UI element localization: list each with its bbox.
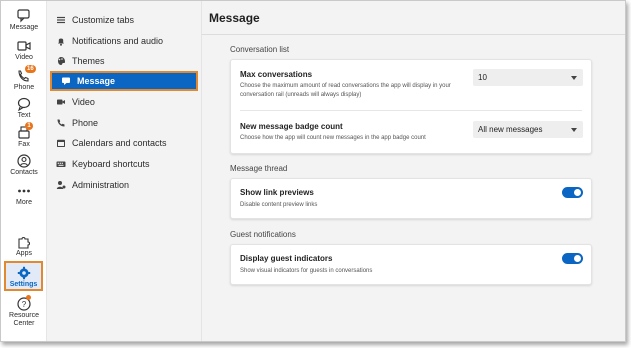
row-divider [240,110,582,111]
nav-label: Calendars and contacts [72,138,167,148]
guest-notifications-card: Display guest indicators Show visual ind… [230,244,592,285]
rail-label: Center [13,320,35,327]
toggle-knob [574,189,581,196]
notification-dot [26,295,31,300]
badge-count-desc: Choose how the app will count new messag… [240,135,426,141]
palette-icon [56,56,66,66]
nav-item-notifications[interactable]: Notifications and audio [47,31,202,51]
nav-item-message[interactable]: Message [50,71,198,91]
settings-nav: Customize tabs Notifications and audio T… [47,1,202,341]
calendar-icon [56,138,66,148]
rail-item-phone[interactable]: 16 Phone [1,65,47,92]
guest-indicators-desc: Show visual indicators for guests in con… [240,268,373,274]
title-divider [202,34,625,35]
help-icon: ? [16,295,32,311]
more-dots-icon [16,184,32,198]
rail-label: Video [15,54,33,61]
message-icon [61,76,71,86]
select-value: 10 [478,73,487,82]
phone-icon [56,118,66,128]
nav-item-calendars[interactable]: Calendars and contacts [47,133,202,153]
section-message-thread: Message thread [230,164,288,173]
gear-icon [16,266,32,280]
text-bubble-icon [16,97,32,112]
left-rail: Message Video 16 Phone Text 1 Fax Contac… [1,1,47,341]
rail-label: Settings [9,281,38,288]
rail-item-text[interactable]: Text [1,97,47,120]
nav-label: Keyboard shortcuts [72,159,150,169]
app-window: Message Video 16 Phone Text 1 Fax Contac… [0,0,626,342]
nav-item-administration[interactable]: Administration [47,175,202,195]
lines-icon [56,15,66,25]
max-conversations-select[interactable]: 10 [473,69,583,86]
rail-item-fax[interactable]: 1 Fax [1,122,47,149]
rail-item-contacts[interactable]: Contacts [1,154,47,177]
nav-label: Message [77,76,116,86]
nav-label: Customize tabs [72,15,135,25]
svg-text:?: ? [22,300,27,309]
badge-count-title: New message badge count [240,122,343,131]
rail-label: Apps [16,250,32,257]
max-conversations-title: Max conversations [240,70,313,79]
rail-item-more[interactable]: More [1,184,47,207]
badge-count-select[interactable]: All new messages [473,121,583,138]
rail-item-message[interactable]: Message [1,9,47,32]
chat-bubble-icon [16,9,32,23]
nav-item-customize-tabs[interactable]: Customize tabs [47,10,202,30]
rail-item-apps[interactable]: Apps [1,235,47,258]
rail-label: Message [9,24,39,31]
section-conversation-list: Conversation list [230,45,290,54]
message-thread-card: Show link previews Disable content previ… [230,178,592,219]
guest-indicators-toggle[interactable] [562,253,583,264]
admin-icon [56,180,66,190]
rail-item-video[interactable]: Video [1,39,47,62]
nav-item-keyboard-shortcuts[interactable]: Keyboard shortcuts [47,154,202,174]
nav-label: Phone [72,118,99,128]
link-previews-desc: Disable content preview links [240,202,318,208]
contacts-icon [16,154,32,168]
chevron-down-icon [571,128,577,132]
rail-label: Phone [13,84,35,91]
rail-item-settings[interactable]: Settings [4,261,43,291]
rail-label: Contacts [10,169,38,176]
link-previews-toggle[interactable] [562,187,583,198]
rail-item-resource-center[interactable]: ? Resource Center [1,295,47,328]
puzzle-icon [16,235,32,249]
nav-label: Video [72,97,95,107]
bell-icon [56,36,66,46]
select-value: All new messages [478,125,543,134]
nav-label: Themes [72,56,105,66]
chevron-down-icon [571,76,577,80]
link-previews-title: Show link previews [240,188,314,197]
nav-label: Notifications and audio [72,36,164,46]
keyboard-icon [56,159,66,169]
section-guest-notifications: Guest notifications [230,230,296,239]
guest-indicators-title: Display guest indicators [240,254,333,263]
conversation-list-card: Max conversations Choose the maximum amo… [230,59,592,154]
phone-icon: 16 [16,65,36,83]
nav-item-video[interactable]: Video [47,92,202,112]
video-camera-icon [16,39,32,53]
rail-label: More [16,199,32,206]
fax-icon: 1 [16,122,33,140]
nav-item-themes[interactable]: Themes [47,51,202,71]
nav-item-phone[interactable]: Phone [47,113,202,133]
settings-main: Message Conversation list Max conversati… [202,1,625,341]
rail-label: Resource [9,312,39,319]
page-title: Message [209,11,260,25]
max-conversations-desc: Choose the maximum amount of read conver… [240,83,451,98]
rail-label: Fax [18,141,30,148]
rail-label: Text [17,112,31,119]
fax-badge: 1 [25,122,33,130]
toggle-knob [574,255,581,262]
nav-label: Administration [72,180,130,190]
video-icon [56,97,66,107]
phone-badge: 16 [25,65,36,73]
